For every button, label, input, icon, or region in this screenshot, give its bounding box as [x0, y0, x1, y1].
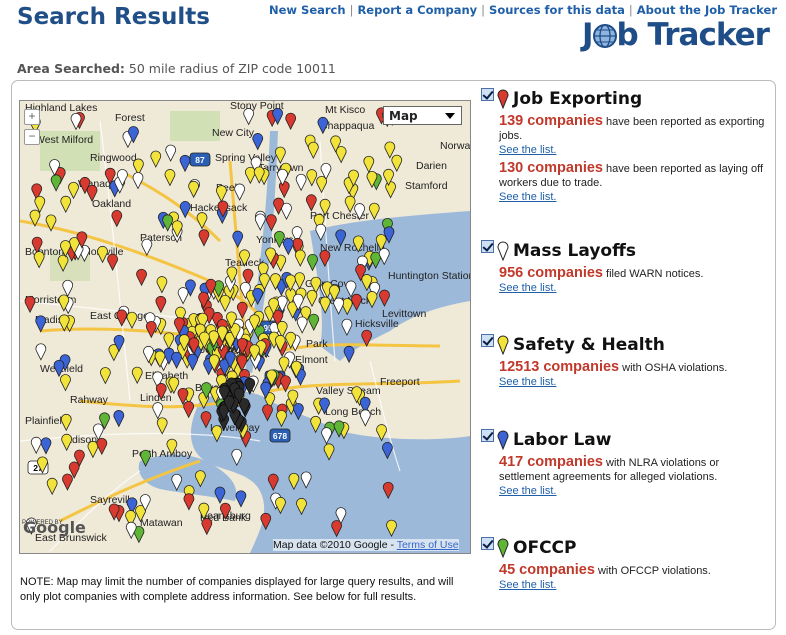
- job-exporting-checkbox[interactable]: [481, 87, 494, 101]
- section-ofccp: OFCCP 45 companies with OFCCP violations…: [481, 536, 766, 592]
- see-list-link[interactable]: See the list.: [499, 143, 766, 157]
- white-pin-icon: [497, 241, 509, 261]
- entry-job-exporting-1: 139 companies have been reported as expo…: [499, 113, 766, 157]
- nav-new-search[interactable]: New Search: [269, 3, 346, 17]
- see-list-link[interactable]: See the list.: [499, 190, 766, 204]
- section-safety-health: Safety & Health 12513 companies with OSH…: [481, 333, 766, 389]
- google-logo: Google: [23, 518, 86, 537]
- map-place-label: New City: [212, 127, 255, 139]
- area-searched: Area Searched: 50 mile radius of ZIP cod…: [17, 61, 336, 76]
- zoom-controls: + −: [24, 109, 41, 145]
- dropdown-arrow-icon: [445, 113, 455, 119]
- page-title: Search Results: [17, 4, 210, 30]
- route-shield-icon: 87: [189, 152, 211, 167]
- nav-about[interactable]: About the Job Tracker: [637, 3, 777, 17]
- entry-mass-layoffs: 956 companies filed WARN notices. See th…: [499, 266, 766, 295]
- mass-layoffs-checkbox[interactable]: [481, 239, 494, 253]
- see-list-link[interactable]: See the list.: [499, 281, 766, 295]
- map-place-label: Norwalk: [440, 140, 470, 152]
- map-place-label: Rahway: [70, 394, 109, 406]
- svg-text:678: 678: [273, 431, 287, 441]
- map-place-label: Darien: [416, 160, 447, 172]
- map-place-label: Matawan: [140, 517, 183, 529]
- map-place-label: Levittown: [382, 308, 427, 320]
- map-place-label: Forest: [115, 112, 145, 124]
- section-mass-layoffs: Mass Layoffs 956 companies filed WARN no…: [481, 239, 766, 295]
- entry-labor-law: 417 companies with NLRA violations or se…: [499, 455, 766, 498]
- route-shield-icon: 678: [269, 428, 291, 443]
- map-place-label: Park: [306, 338, 328, 350]
- safety-health-checkbox[interactable]: [481, 333, 494, 347]
- nav-sources[interactable]: Sources for this data: [489, 3, 625, 17]
- labor-law-checkbox[interactable]: [481, 428, 494, 442]
- map-place-label: Mt Kisco: [325, 104, 365, 116]
- map-place-label: Ringwood: [90, 152, 137, 164]
- job-tracker-logo: J b Tracker: [582, 17, 770, 53]
- entry-job-exporting-2: 130 companies have been reported as layi…: [499, 161, 766, 204]
- globe-icon: [592, 24, 617, 48]
- section-job-exporting: Job Exporting 139 companies have been re…: [481, 87, 766, 204]
- nav-report-company[interactable]: Report a Company: [357, 3, 477, 17]
- see-list-link[interactable]: See the list.: [499, 375, 766, 389]
- zoom-out-button[interactable]: −: [24, 129, 40, 145]
- entry-ofccp: 45 companies with OFCCP violations. See …: [499, 563, 766, 592]
- map-place-label: Linden: [140, 392, 172, 404]
- svg-text:87: 87: [195, 155, 205, 165]
- green-pin-icon: [497, 538, 509, 558]
- terms-of-use-link[interactable]: Terms of Use: [397, 539, 459, 551]
- map-place-label: Valley Stream: [316, 385, 381, 397]
- top-nav: New Search | Report a Company | Sources for …: [268, 3, 777, 17]
- ofccp-checkbox[interactable]: [481, 536, 494, 550]
- map-place-label: West Milford: [35, 134, 93, 146]
- map-type-select[interactable]: Map: [383, 106, 462, 125]
- blue-pin-icon: [497, 430, 509, 450]
- map-view[interactable]: Highland Lakes Forest West Milford Ringwood…: [19, 100, 471, 554]
- map-place-label: Long Beach: [325, 406, 381, 418]
- map-attribution: Map data ©2010 Google - Terms of Use: [273, 539, 459, 551]
- map-place-label: Oakland: [92, 198, 131, 210]
- entry-safety-health: 12513 companies with OSHA violations. Se…: [499, 360, 766, 389]
- red-pin-icon: [497, 89, 509, 109]
- yellow-pin-icon: [497, 335, 509, 355]
- see-list-link[interactable]: See the list.: [499, 578, 766, 592]
- map-note: NOTE: Map may limit the number of compan…: [20, 576, 454, 603]
- zoom-in-button[interactable]: +: [24, 109, 40, 125]
- map-place-label: Stamford: [405, 180, 448, 192]
- see-list-link[interactable]: See the list.: [499, 484, 766, 498]
- map-place-label: Freeport: [380, 376, 420, 388]
- map-place-label: Huntington Station: [388, 270, 470, 282]
- section-labor-law: Labor Law 417 companies with NLRA violat…: [481, 428, 766, 498]
